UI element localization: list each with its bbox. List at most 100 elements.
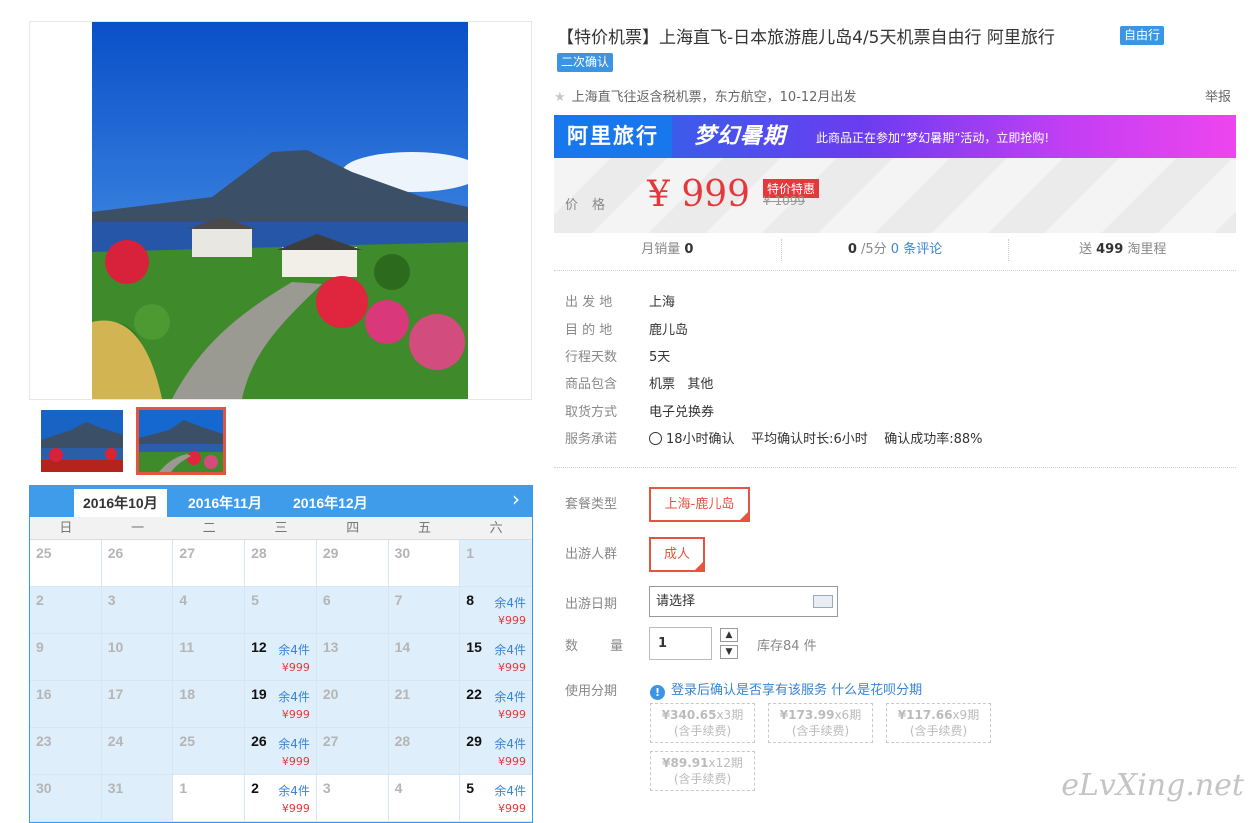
installment-periods: x6期 [834, 708, 862, 722]
installment-option-12[interactable]: ¥89.91x12期 (含手续费) [650, 751, 755, 791]
travel-date-picker[interactable]: 请选择 [649, 586, 838, 617]
calendar-day-stock: 余4件 [278, 690, 310, 704]
price-label: 价格 [565, 198, 620, 213]
installment-option-6[interactable]: ¥173.99x6期 (含手续费) [768, 703, 873, 743]
calendar-day-cell[interactable]: 5 余4件 ¥999 [460, 775, 532, 822]
calendar-day-number: 10 [107, 639, 124, 655]
calendar-day-number: 2 [251, 780, 259, 796]
chevron-right-icon[interactable]: › [512, 487, 520, 511]
calendar-day-number: 17 [107, 686, 124, 702]
thumbnail-1[interactable] [39, 408, 125, 474]
calendar-day-cell[interactable]: 22 余4件 ¥999 [460, 681, 532, 728]
huabei-help-link[interactable]: 什么是花呗分期 [831, 683, 922, 698]
installment-option-9[interactable]: ¥117.66x9期 (含手续费) [886, 703, 991, 743]
weekday-label: 四 [346, 521, 360, 536]
departure-calendar: 2016年10月 2016年11月 2016年12月 › 日一二三四五六 25 2… [29, 485, 533, 823]
calendar-day-number: 3 [322, 780, 331, 796]
login-link[interactable]: 登录后确认是否享有该服务 [671, 683, 827, 698]
info-value: 上海 [649, 295, 676, 310]
price-amount: 999 [681, 174, 751, 215]
quantity-increase-button[interactable]: ▲ [720, 628, 738, 642]
installment-fee: (含手续费) [673, 772, 732, 786]
calendar-day-cell: 24 [101, 728, 174, 775]
second-confirm-badge: 二次确认 [557, 53, 614, 72]
traveler-option-adult[interactable]: 成人 [649, 537, 705, 572]
thumbnail-2-selected[interactable] [136, 407, 226, 475]
calendar-day-number: 28 [251, 545, 267, 561]
calendar-day-cell: 6 [316, 587, 389, 634]
calendar-day-number: 7 [394, 592, 403, 608]
package-option-shanghai-kagoshima[interactable]: 上海-鹿儿岛 [649, 487, 750, 522]
installment-periods: x12期 [708, 756, 743, 770]
calendar-day-number: 18 [179, 686, 195, 702]
calendar-day-cell: 11 [173, 634, 246, 681]
calendar-day-cell[interactable]: 15 余4件 ¥999 [460, 634, 532, 681]
calendar-day-number: 14 [394, 639, 411, 655]
tab-month-2016-10[interactable]: 2016年10月 [74, 489, 167, 517]
installment-amount: ¥173.99 [779, 708, 835, 722]
calendar-day-cell: 14 [388, 634, 461, 681]
calendar-day-number: 23 [36, 733, 52, 749]
calendar-day-cell[interactable]: 2 余4件 ¥999 [245, 775, 317, 822]
calendar-day-cell: 16 [30, 681, 102, 728]
calendar-day-price: ¥999 [281, 661, 310, 674]
calendar-day-number: 27 [179, 545, 195, 561]
calendar-day-price: ¥999 [498, 614, 526, 627]
info-value: 18小时确认 平均确认时长:6小时 确认成功率:88% [666, 432, 983, 447]
installment-amount: ¥89.91 [662, 756, 709, 770]
calendar-day-price: ¥999 [281, 802, 310, 815]
calendar-day-price: ¥999 [498, 755, 526, 768]
calendar-icon[interactable] [813, 595, 833, 608]
calendar-day-cell: 3 [101, 587, 174, 634]
calendar-day-cell: 27 [316, 728, 389, 775]
calendar-day-cell: 30 [30, 775, 102, 822]
calendar-day-number: 26 [107, 545, 124, 561]
calendar-day-number: 19 [251, 686, 267, 702]
quantity-decrease-button[interactable]: ▼ [720, 645, 738, 659]
calendar-day-cell: 26 [101, 540, 174, 587]
original-price: ¥ 1099 [763, 194, 805, 208]
calendar-day-cell: 7 [388, 587, 461, 634]
calendar-day-cell[interactable]: 29 余4件 ¥999 [460, 728, 532, 775]
calendar-day-number: 5 [251, 592, 259, 608]
calendar-day-cell: 31 [101, 775, 174, 822]
calendar-day-number: 11 [179, 639, 195, 655]
report-link[interactable]: 举报 [1205, 86, 1231, 105]
tab-month-2016-11[interactable]: 2016年11月 [179, 489, 271, 517]
check-circle-icon [649, 432, 662, 445]
quantity-input[interactable]: 1 [649, 627, 712, 660]
main-product-image-frame [29, 21, 532, 400]
stock-count: 库存84 件 [757, 639, 817, 654]
info-value: 电子兑换券 [649, 405, 715, 420]
calendar-day-cell[interactable]: 26 余4件 ¥999 [245, 728, 317, 775]
installment-option-3[interactable]: ¥340.65x3期 (含手续费) [650, 703, 755, 743]
currency-symbol: ¥ [647, 174, 670, 215]
calendar-day-number: 9 [36, 639, 44, 655]
info-icon: ! [650, 685, 665, 700]
quantity-label: 数 量 [565, 639, 638, 654]
rating-suffix: /5分 [861, 242, 887, 257]
tab-month-2016-12[interactable]: 2016年12月 [284, 489, 377, 517]
rating: 0 /5分 0 条评论 [782, 239, 1010, 261]
calendar-day-number: 26 [251, 733, 267, 749]
product-title: 【特价机票】上海直飞-日本旅游鹿儿岛4/5天机票自由行 阿里旅行 [557, 28, 1055, 48]
promo-title: 梦幻暑期 [694, 124, 787, 149]
calendar-day-cell[interactable]: 8 余4件 ¥999 [460, 587, 532, 634]
calendar-day-cell: 23 [30, 728, 102, 775]
monthly-sales: 月销量 0 [554, 239, 782, 261]
promo-banner[interactable]: 阿里旅行 梦幻暑期 此商品正在参加“梦幻暑期”活动，立即抢购! [554, 115, 1236, 158]
installment-amount-line: ¥89.91x12期 [651, 755, 754, 771]
calendar-day-stock: 余4件 [494, 690, 526, 704]
calendar-day-stock: 余4件 [494, 596, 526, 610]
calendar-day-cell[interactable]: 19 余4件 ¥999 [245, 681, 317, 728]
calendar-day-number: 6 [322, 592, 331, 608]
installment-amount-line: ¥340.65x3期 [651, 707, 754, 723]
product-stats: 月销量 0 0 /5分 0 条评论 送 499 淘里程 [554, 239, 1236, 261]
calendar-day-number: 13 [322, 639, 339, 655]
calendar-day-price: ¥999 [498, 802, 526, 815]
price-value: ¥ 999 [647, 174, 750, 215]
reviews-link[interactable]: 0 条评论 [891, 242, 942, 257]
calendar-day-cell: 30 [388, 540, 461, 587]
calendar-day-cell[interactable]: 12 余4件 ¥999 [245, 634, 317, 681]
installment-info: ! 登录后确认是否享有该服务 什么是花呗分期 [650, 679, 922, 700]
